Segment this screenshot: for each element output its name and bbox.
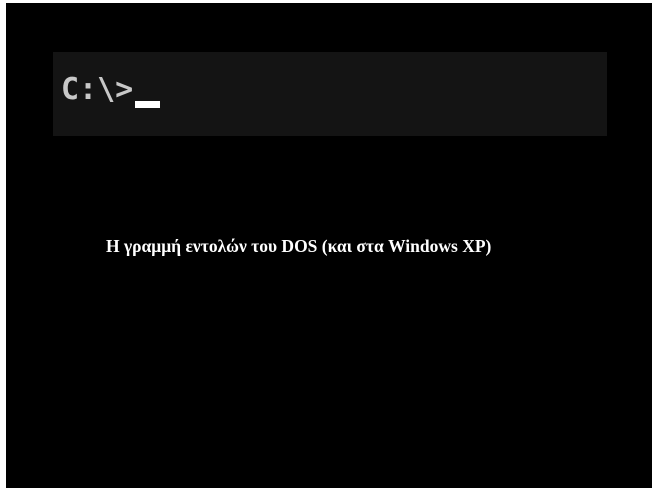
prompt-text: C:\> bbox=[61, 72, 134, 107]
prompt-line[interactable]: C:\> bbox=[61, 68, 161, 108]
cursor-block bbox=[135, 101, 161, 108]
command-prompt-panel[interactable]: C:\> bbox=[53, 52, 607, 136]
caption-text: Η γραμμή εντολών του DOS (και στα Window… bbox=[106, 236, 492, 256]
screen-frame: C:\> Η γραμμή εντολών του DOS (και στα W… bbox=[0, 0, 652, 488]
